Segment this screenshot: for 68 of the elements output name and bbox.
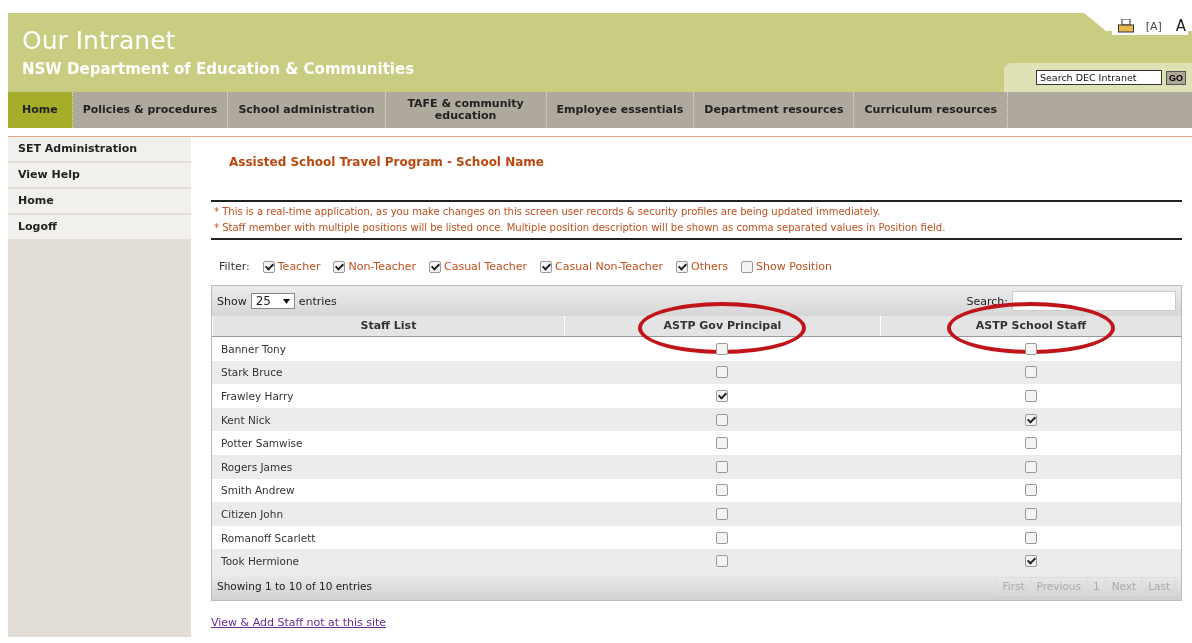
column-header[interactable]: ASTP Gov Principal <box>564 316 880 336</box>
role-checkbox[interactable] <box>716 507 728 520</box>
entries-label: entries <box>298 294 337 308</box>
role-checkbox[interactable] <box>1024 413 1037 426</box>
sidebar-item[interactable]: SET Administration <box>8 137 191 163</box>
nav-tab[interactable]: Curriculum resources <box>854 92 1009 128</box>
column-header[interactable]: Staff List <box>213 316 564 336</box>
nav-tab[interactable]: Department resources <box>694 92 855 128</box>
table-info: Showing 1 to 10 of 10 entries <box>217 580 373 593</box>
role-checkbox[interactable] <box>1024 484 1037 497</box>
role-checkbox[interactable] <box>716 390 728 402</box>
nav-tab[interactable]: School administration <box>228 92 386 128</box>
staff-name: Stark Bruce <box>220 365 284 381</box>
text-size-small[interactable]: [A] <box>1145 19 1162 33</box>
column-header[interactable]: ASTP School Staff <box>880 316 1181 336</box>
page-title: Assisted School Travel Program - School Name <box>229 155 545 171</box>
role-checkbox[interactable] <box>1024 555 1037 568</box>
role-checkbox[interactable] <box>1024 342 1037 355</box>
nav-tab[interactable]: Policies & procedures <box>72 92 229 128</box>
filter-checkbox[interactable]: Teacher <box>262 260 321 273</box>
nav-tab[interactable]: Employee essentials <box>546 92 695 128</box>
table-search-field[interactable] <box>1012 291 1176 311</box>
filter-checkbox[interactable]: Casual Non-Teacher <box>540 260 664 273</box>
role-checkbox[interactable] <box>716 484 728 497</box>
staff-name: Potter Samwise <box>220 436 304 452</box>
staff-name: Citizen John <box>220 506 285 522</box>
sidebar-item[interactable]: View Help <box>8 163 191 189</box>
staff-name: Took Hermione <box>220 554 301 570</box>
print-icon[interactable] <box>1117 19 1134 33</box>
notice-text: * This is a real-time application, as you make changes on this screen user records & security profiles are being updated immediately. <box>214 205 882 219</box>
nav-tab[interactable]: Home <box>8 92 73 128</box>
search-label: Search: <box>966 294 1008 308</box>
go-button[interactable]: GO <box>1166 70 1186 85</box>
role-checkbox[interactable] <box>1024 507 1037 520</box>
role-checkbox[interactable] <box>716 342 728 355</box>
role-checkbox[interactable] <box>716 531 728 544</box>
notice-text: * Staff member with multiple positions will be listed once. Multiple position description will be shown as comma separated values in Position field. <box>214 221 947 235</box>
role-checkbox[interactable] <box>716 555 728 568</box>
filter-checkbox[interactable]: Others <box>676 260 729 273</box>
staff-name: Smith Andrew <box>220 483 296 499</box>
staff-name: Rogers James <box>220 459 294 475</box>
filter-checkbox[interactable]: Casual Teacher <box>429 260 528 273</box>
show-label: Show <box>217 294 247 308</box>
role-checkbox[interactable] <box>1024 437 1037 450</box>
nav-tab[interactable]: TAFE & community education <box>385 92 547 128</box>
staff-name: Romanoff Scarlett <box>220 530 317 546</box>
filter-checkbox[interactable]: Show Position <box>741 260 833 273</box>
filter-checkbox[interactable]: Non-Teacher <box>333 260 416 273</box>
role-checkbox[interactable] <box>1024 366 1037 379</box>
search-field[interactable]: Search DEC Intranet <box>1036 70 1162 85</box>
staff-name: Kent Nick <box>220 412 272 428</box>
dropdown-caret-icon <box>282 298 290 304</box>
role-checkbox[interactable] <box>1024 531 1037 544</box>
page-size-select[interactable]: 25 <box>250 293 295 309</box>
filter-label: Filter: <box>219 260 250 273</box>
staff-name: Banner Tony <box>220 341 287 357</box>
role-checkbox[interactable] <box>716 366 728 379</box>
site-title: Our Intranet <box>22 26 177 56</box>
role-checkbox[interactable] <box>716 437 728 450</box>
role-checkbox[interactable] <box>716 460 728 473</box>
role-checkbox[interactable] <box>1024 390 1037 402</box>
add-staff-link[interactable]: View & Add Staff not at this site <box>211 615 387 629</box>
sidebar-item[interactable]: Home <box>8 189 191 215</box>
role-checkbox[interactable] <box>716 413 728 426</box>
role-checkbox[interactable] <box>1024 460 1037 473</box>
staff-name: Frawley Harry <box>220 389 295 404</box>
site-subtitle: NSW Department of Education & Communities <box>22 60 415 78</box>
sidebar-item[interactable]: Logoff <box>8 215 191 241</box>
